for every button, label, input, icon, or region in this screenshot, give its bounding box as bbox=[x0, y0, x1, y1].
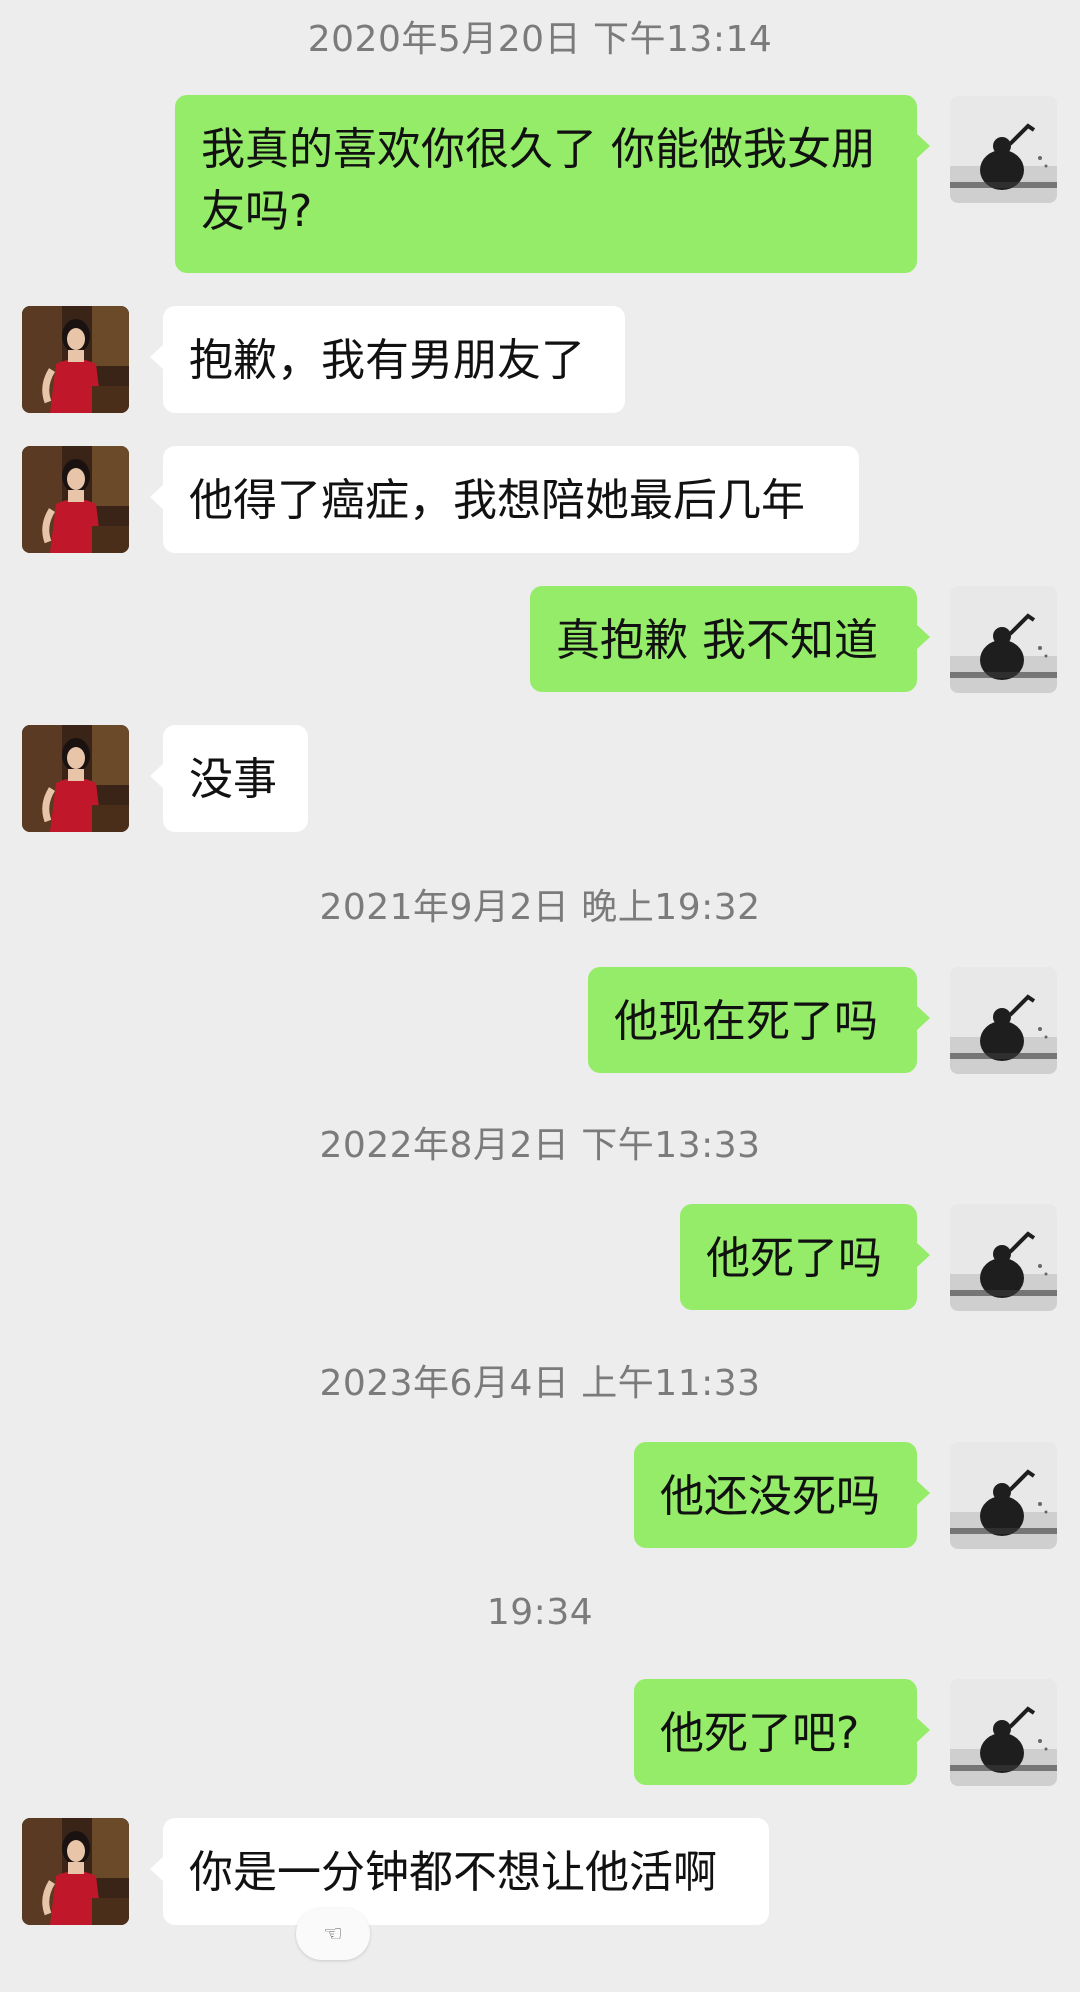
contact-avatar[interactable] bbox=[22, 1818, 129, 1925]
message-bubble-sent[interactable]: 他死了吧? bbox=[634, 1679, 930, 1785]
timestamp: 2022年8月2日 下午13:33 bbox=[319, 1125, 761, 1166]
message-bubble-sent[interactable]: 我真的喜欢你很久了 你能做我女朋友吗? bbox=[175, 95, 930, 273]
message-bubble-received[interactable]: 他得了癌症，我想陪她最后几年 bbox=[150, 446, 859, 553]
timestamp: 2023年6月4日 上午11:33 bbox=[319, 1363, 761, 1404]
my-avatar[interactable] bbox=[950, 967, 1057, 1074]
message-bubble-received[interactable]: 你是一分钟都不想让他活啊 bbox=[150, 1818, 769, 1925]
message-bubble-received[interactable]: 没事 bbox=[150, 725, 308, 832]
timestamp: 19:34 bbox=[486, 1592, 594, 1633]
my-avatar[interactable] bbox=[950, 1204, 1057, 1311]
my-avatar[interactable] bbox=[950, 1442, 1057, 1549]
contact-avatar[interactable] bbox=[22, 725, 129, 832]
message-bubble-sent[interactable]: 真抱歉 我不知道 bbox=[530, 586, 930, 692]
contact-avatar[interactable] bbox=[22, 446, 129, 553]
my-avatar[interactable] bbox=[950, 586, 1057, 693]
message-bubble-sent[interactable]: 他死了吗 bbox=[680, 1204, 930, 1310]
message-bubble-received[interactable]: 抱歉，我有男朋友了 bbox=[150, 306, 625, 413]
timestamp: 2020年5月20日 下午13:14 bbox=[307, 19, 773, 60]
my-avatar[interactable] bbox=[950, 1679, 1057, 1786]
hand-icon: ☜ bbox=[323, 1921, 343, 1947]
message-bubble-sent[interactable]: 他还没死吗 bbox=[634, 1442, 930, 1548]
message-bubble-sent[interactable]: 他现在死了吗 bbox=[588, 967, 930, 1073]
chat-window: 2020年5月20日 下午13:14 我真的喜欢你很久了 你能做我女朋友吗? 抱… bbox=[0, 0, 1080, 1992]
contact-avatar[interactable] bbox=[22, 306, 129, 413]
timestamp: 2021年9月2日 晚上19:32 bbox=[319, 887, 761, 928]
reaction-badge[interactable]: ☜ bbox=[296, 1908, 370, 1960]
my-avatar[interactable] bbox=[950, 96, 1057, 203]
